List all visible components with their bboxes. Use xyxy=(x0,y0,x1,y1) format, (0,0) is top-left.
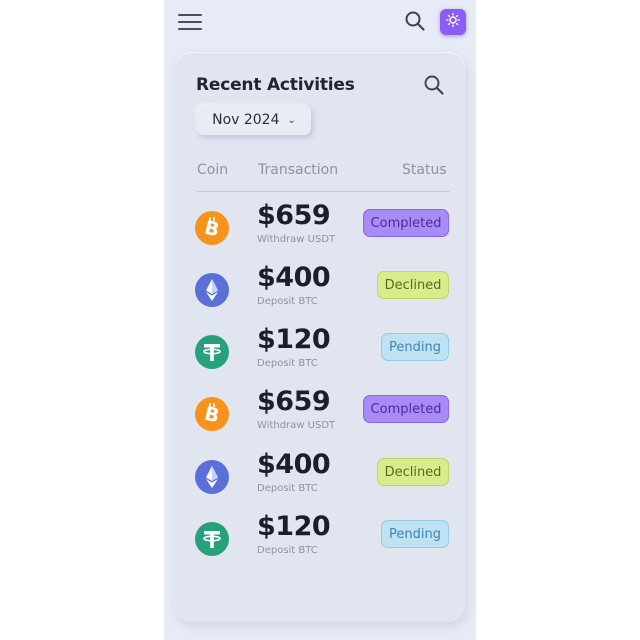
transaction-amount: $120 xyxy=(257,324,331,355)
bitcoin-icon: B xyxy=(195,397,229,431)
ethereum-icon xyxy=(195,460,229,494)
column-header-coin: Coin xyxy=(197,162,229,178)
month-filter-value: Nov 2024 xyxy=(212,112,280,128)
status-badge: Pending xyxy=(381,520,449,548)
transaction-row[interactable]: $400 Deposit BTC Declined xyxy=(175,449,465,513)
transaction-row[interactable]: $120 Deposit BTC Pending xyxy=(175,324,465,388)
transaction-amount: $659 xyxy=(257,386,331,417)
status-badge: Declined xyxy=(377,458,449,486)
chevron-down-icon: ⌄ xyxy=(287,114,296,126)
tether-icon xyxy=(195,335,229,369)
transaction-amount: $120 xyxy=(257,511,331,542)
transaction-description: Deposit BTC xyxy=(257,545,318,556)
transaction-description: Deposit BTC xyxy=(257,358,318,369)
bitcoin-icon: B xyxy=(195,211,229,245)
recent-activities-card: Recent Activities Nov 2024 ⌄ Coin Transa… xyxy=(175,52,465,622)
month-filter-dropdown[interactable]: Nov 2024 ⌄ xyxy=(197,105,311,135)
header-divider xyxy=(196,191,450,192)
top-bar xyxy=(164,0,476,46)
transaction-description: Deposit BTC xyxy=(257,296,318,307)
sun-icon xyxy=(445,12,461,32)
transaction-description: Withdraw USDT xyxy=(257,234,336,245)
hamburger-menu-icon[interactable] xyxy=(178,12,204,32)
transaction-amount: $400 xyxy=(257,262,331,293)
svg-text:B: B xyxy=(202,217,221,242)
search-icon[interactable] xyxy=(423,74,445,96)
column-header-transaction: Transaction xyxy=(258,162,339,178)
transaction-amount: $400 xyxy=(257,449,331,480)
app-screen: Recent Activities Nov 2024 ⌄ Coin Transa… xyxy=(164,0,476,640)
tether-icon xyxy=(195,522,229,556)
theme-toggle-button[interactable] xyxy=(440,9,466,35)
status-badge: Declined xyxy=(377,271,449,299)
transaction-row[interactable]: B $659 Withdraw USDT Completed xyxy=(175,200,465,264)
transaction-description: Deposit BTC xyxy=(257,483,318,494)
transaction-row[interactable]: B $659 Withdraw USDT Completed xyxy=(175,386,465,450)
transaction-row[interactable]: $120 Deposit BTC Pending xyxy=(175,511,465,575)
ethereum-icon xyxy=(195,273,229,307)
transaction-description: Withdraw USDT xyxy=(257,420,336,431)
transaction-amount: $659 xyxy=(257,200,331,231)
transaction-row[interactable]: $400 Deposit BTC Declined xyxy=(175,262,465,326)
search-icon[interactable] xyxy=(404,10,426,32)
status-badge: Completed xyxy=(363,209,449,237)
card-title: Recent Activities xyxy=(196,75,355,95)
status-badge: Pending xyxy=(381,333,449,361)
svg-text:B: B xyxy=(202,403,221,428)
column-header-status: Status xyxy=(402,162,447,178)
status-badge: Completed xyxy=(363,395,449,423)
